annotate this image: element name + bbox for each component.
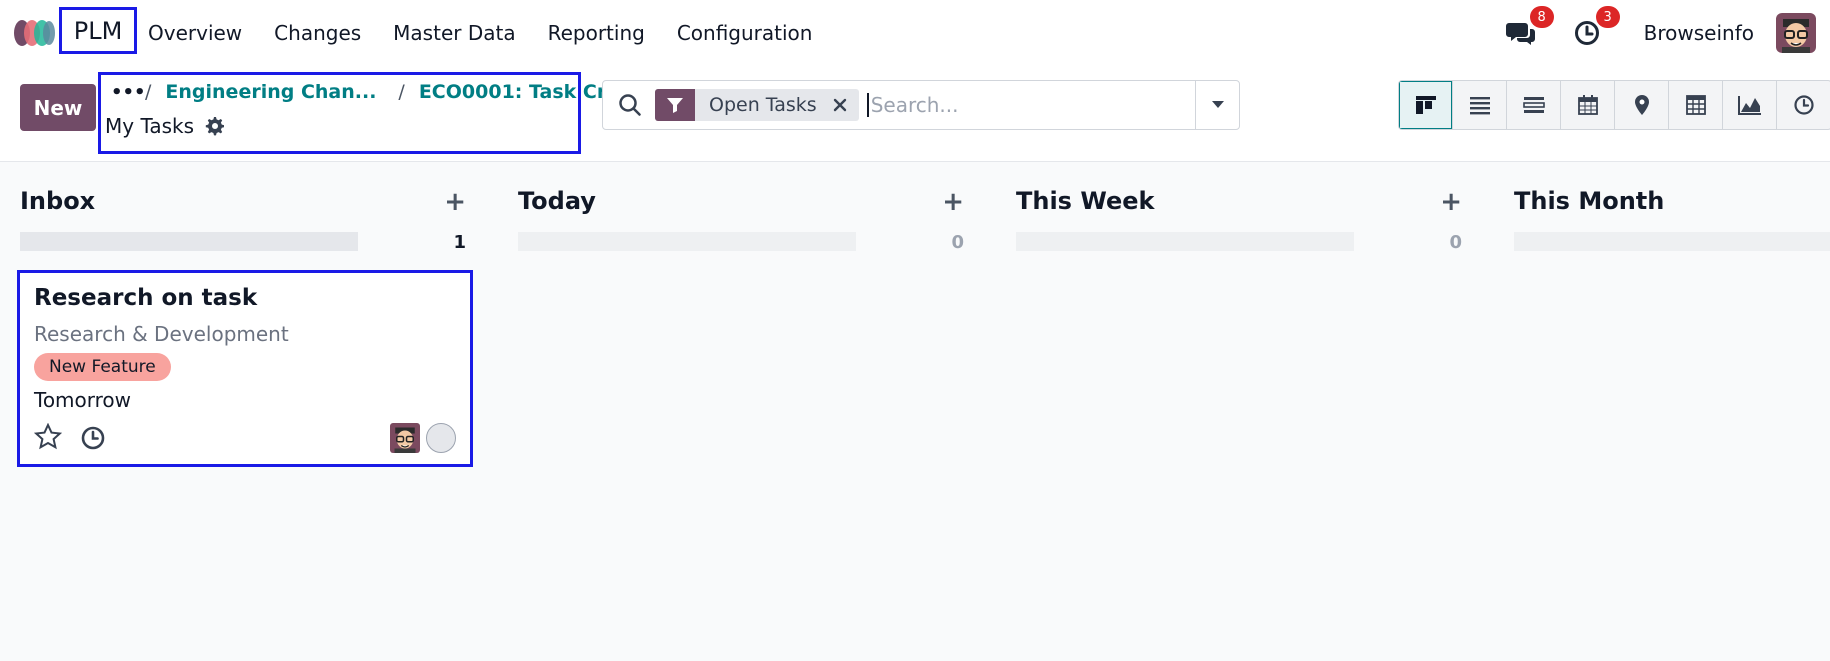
breadcrumb-more-icon[interactable]: ••• — [111, 82, 146, 103]
view-switcher — [1398, 80, 1830, 130]
column-progress-bar[interactable] — [1016, 232, 1354, 251]
breadcrumb: ••• / Engineering Chan... / ECO0001: Tas… — [98, 72, 641, 154]
menu-changes[interactable]: Changes — [274, 21, 361, 45]
assignee-avatar-icon — [390, 423, 420, 453]
column-add-icon[interactable]: + — [1440, 189, 1462, 215]
column-count: 1 — [453, 232, 466, 253]
user-avatar[interactable] — [1776, 13, 1816, 53]
search-icon[interactable] — [617, 92, 643, 118]
search-bar: Open Tasks — [602, 80, 1240, 130]
kanban-column-this-month: This Month — [1494, 162, 1830, 661]
column-add-icon[interactable]: + — [444, 189, 466, 215]
map-pin-icon — [1634, 95, 1649, 115]
view-graph-button[interactable] — [1723, 81, 1777, 129]
facet-remove-icon[interactable] — [831, 89, 859, 121]
pivot-icon — [1685, 95, 1706, 115]
menu-reporting[interactable]: Reporting — [548, 21, 645, 45]
clock-icon — [1574, 21, 1599, 45]
star-icon[interactable] — [34, 423, 62, 451]
control-panel: New ••• / Engineering Chan... / ECO0001:… — [0, 66, 1830, 162]
menu-master-data[interactable]: Master Data — [393, 21, 515, 45]
top-navbar: PLM Overview Changes Master Data Reporti… — [0, 0, 1830, 66]
column-progress-bar[interactable] — [518, 232, 856, 251]
main-menu: Overview Changes Master Data Reporting C… — [148, 0, 844, 66]
search-facet: Open Tasks — [655, 89, 859, 121]
column-title: Inbox — [20, 187, 96, 215]
view-activity-list-button[interactable] — [1507, 81, 1561, 129]
app-name[interactable]: PLM — [59, 7, 137, 54]
column-title: Today — [518, 187, 596, 215]
assignee-avatar[interactable] — [390, 423, 420, 453]
navbar-right: 8 3 Browseinfo — [1505, 0, 1830, 66]
caret-down-icon — [1211, 101, 1224, 108]
activities-button[interactable]: 3 — [1572, 6, 1620, 48]
column-add-icon[interactable]: + — [942, 189, 964, 215]
gear-icon[interactable] — [204, 116, 225, 136]
column-progress-bar[interactable] — [20, 232, 358, 251]
breadcrumb-separator: / — [145, 81, 152, 103]
app-name-label: PLM — [73, 16, 123, 45]
activities-badge: 3 — [1595, 6, 1620, 28]
calendar-icon — [1577, 95, 1598, 115]
view-calendar-button[interactable] — [1561, 81, 1615, 129]
activity-clock-icon — [1794, 95, 1814, 115]
view-list-button[interactable] — [1453, 81, 1507, 129]
priority-state-circle[interactable] — [426, 423, 456, 453]
kanban-column-this-week: This Week + 0 — [996, 162, 1472, 661]
company-switcher[interactable]: Browseinfo — [1644, 21, 1754, 45]
menu-overview[interactable]: Overview — [148, 21, 242, 45]
view-activity-button[interactable] — [1777, 81, 1830, 129]
breadcrumb-engineering-change[interactable]: Engineering Chan... — [165, 81, 376, 103]
card-deadline: Tomorrow — [34, 388, 132, 412]
search-options-toggle[interactable] — [1195, 81, 1239, 129]
card-project: Research & Development — [34, 322, 289, 346]
column-title: This Week — [1016, 187, 1155, 215]
activity-clock-icon[interactable] — [80, 425, 106, 451]
kanban-column-today: Today + 0 — [498, 162, 974, 661]
breadcrumb-current: My Tasks — [105, 114, 225, 138]
breadcrumb-path: ••• / Engineering Chan... / ECO0001: Tas… — [111, 81, 641, 103]
card-title: Research on task — [34, 285, 258, 311]
filter-icon — [655, 89, 695, 121]
search-input[interactable] — [866, 93, 1207, 117]
graph-icon — [1737, 96, 1761, 115]
view-pivot-button[interactable] — [1669, 81, 1723, 129]
view-map-button[interactable] — [1615, 81, 1669, 129]
kanban-card[interactable]: Research on task Research & Development … — [17, 270, 473, 467]
messages-badge: 8 — [1529, 6, 1554, 28]
column-count: 0 — [1449, 232, 1462, 253]
column-count: 0 — [951, 232, 964, 253]
app-logo-icon[interactable] — [14, 18, 56, 48]
chat-icon — [1505, 23, 1535, 45]
facet-label: Open Tasks — [709, 94, 817, 116]
menu-configuration[interactable]: Configuration — [677, 21, 813, 45]
new-button[interactable]: New — [20, 84, 96, 131]
messages-button[interactable]: 8 — [1505, 6, 1554, 48]
kanban-icon — [1415, 96, 1436, 114]
list-icon — [1469, 97, 1490, 115]
breadcrumb-separator: / — [398, 81, 405, 103]
column-progress-bar[interactable] — [1514, 232, 1830, 251]
activity-list-icon — [1522, 97, 1545, 113]
user-avatar-icon — [1776, 13, 1816, 53]
card-tag: New Feature — [34, 353, 171, 381]
view-kanban-button[interactable] — [1399, 81, 1453, 129]
page-title: My Tasks — [105, 114, 195, 138]
column-title: This Month — [1514, 187, 1665, 215]
